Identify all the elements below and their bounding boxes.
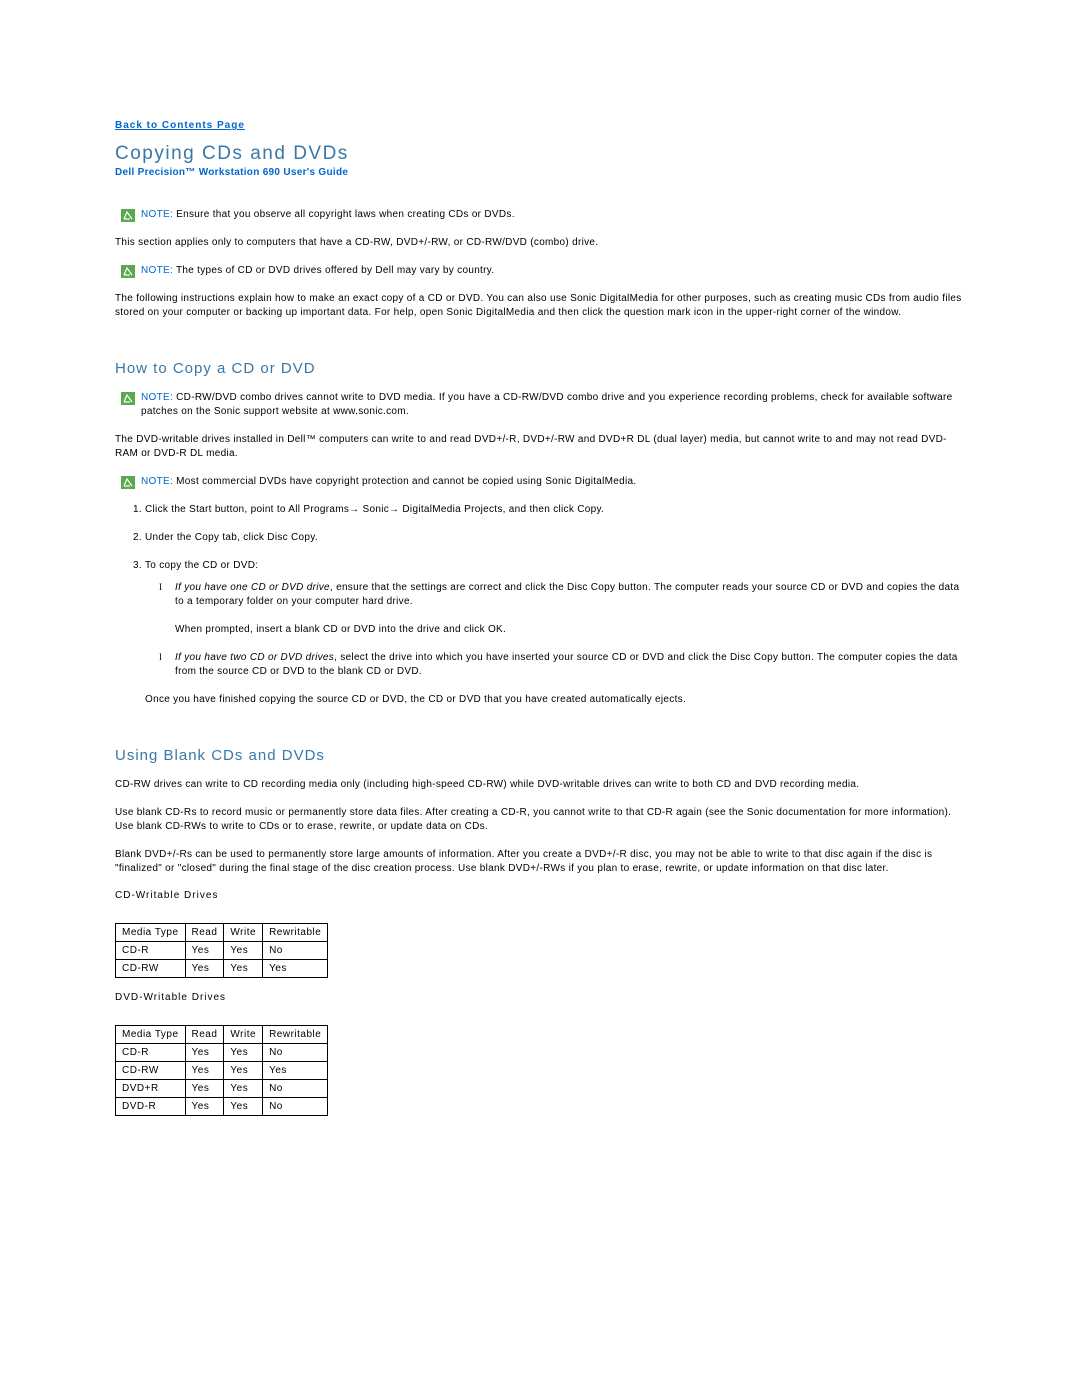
intro-paragraph-instructions: The following instructions explain how t…	[115, 292, 965, 320]
col-write: Write	[224, 1026, 263, 1044]
col-rewritable: Rewritable	[263, 1026, 328, 1044]
note-icon	[121, 476, 135, 489]
note-body: The types of CD or DVD drives offered by…	[176, 265, 494, 276]
note-vary-by-country: NOTE: The types of CD or DVD drives offe…	[115, 264, 965, 278]
copy-steps-list: Click the Start button, point to All Pro…	[115, 503, 965, 679]
col-media-type: Media Type	[116, 1026, 186, 1044]
step-3a-em: If you have one CD or DVD drive	[175, 582, 330, 593]
cell-write: Yes	[224, 1080, 263, 1098]
note-icon	[121, 209, 135, 222]
note-body: Ensure that you observe all copyright la…	[176, 209, 515, 220]
cell-write: Yes	[224, 942, 263, 960]
note-text: NOTE: The types of CD or DVD drives offe…	[141, 264, 965, 278]
dvd-writable-paragraph: The DVD-writable drives installed in Del…	[115, 433, 965, 461]
cell-media: DVD+R	[116, 1080, 186, 1098]
cell-rewritable: Yes	[263, 960, 328, 978]
col-read: Read	[185, 1026, 224, 1044]
col-write: Write	[224, 924, 263, 942]
intro-paragraph-applies: This section applies only to computers t…	[115, 236, 965, 250]
blank-para-1: CD-RW drives can write to CD recording m…	[115, 778, 965, 792]
table-header-row: Media Type Read Write Rewritable	[116, 1026, 328, 1044]
page-title: Copying CDs and DVDs	[115, 143, 965, 165]
section-heading-blank-media: Using Blank CDs and DVDs	[115, 747, 965, 764]
back-to-contents-link[interactable]: Back to Contents Page	[115, 120, 245, 131]
step-3-text: To copy the CD or DVD:	[145, 560, 258, 571]
cell-rewritable: Yes	[263, 1062, 328, 1080]
cell-media: CD-RW	[116, 960, 186, 978]
cell-rewritable: No	[263, 1080, 328, 1098]
table-row: DVD+R Yes Yes No	[116, 1080, 328, 1098]
cell-write: Yes	[224, 1044, 263, 1062]
cell-write: Yes	[224, 1098, 263, 1116]
cell-write: Yes	[224, 1062, 263, 1080]
step-3a: If you have one CD or DVD drive, ensure …	[175, 581, 965, 637]
note-text: NOTE: Ensure that you observe all copyri…	[141, 208, 965, 222]
cd-writable-table: Media Type Read Write Rewritable CD-R Ye…	[115, 923, 328, 978]
blank-para-2: Use blank CD-Rs to record music or perma…	[115, 806, 965, 834]
step-3-sublist: If you have one CD or DVD drive, ensure …	[145, 581, 965, 679]
table-row: DVD-R Yes Yes No	[116, 1098, 328, 1116]
cell-rewritable: No	[263, 1044, 328, 1062]
note-icon	[121, 265, 135, 278]
cell-media: DVD-R	[116, 1098, 186, 1116]
cell-read: Yes	[185, 1080, 224, 1098]
note-label: NOTE:	[141, 265, 173, 276]
cell-media: CD-RW	[116, 1062, 186, 1080]
cell-media: CD-R	[116, 942, 186, 960]
blank-para-3: Blank DVD+/-Rs can be used to permanentl…	[115, 848, 965, 876]
table-row: CD-R Yes Yes No	[116, 942, 328, 960]
cell-read: Yes	[185, 942, 224, 960]
cell-read: Yes	[185, 1098, 224, 1116]
step-3: To copy the CD or DVD: If you have one C…	[145, 559, 965, 679]
step-3a-prompt: When prompted, insert a blank CD or DVD …	[175, 624, 506, 635]
cell-read: Yes	[185, 960, 224, 978]
section-heading-how-to-copy: How to Copy a CD or DVD	[115, 360, 965, 377]
step-1: Click the Start button, point to All Pro…	[145, 503, 965, 517]
note-commercial-dvds: NOTE: Most commercial DVDs have copyrigh…	[115, 475, 965, 489]
cell-media: CD-R	[116, 1044, 186, 1062]
dvd-table-heading: DVD-Writable Drives	[115, 992, 965, 1003]
note-body: Most commercial DVDs have copyright prot…	[176, 476, 636, 487]
table-row: CD-R Yes Yes No	[116, 1044, 328, 1062]
cd-table-heading: CD-Writable Drives	[115, 890, 965, 901]
col-media-type: Media Type	[116, 924, 186, 942]
cell-rewritable: No	[263, 942, 328, 960]
col-read: Read	[185, 924, 224, 942]
copy-finished-paragraph: Once you have finished copying the sourc…	[115, 693, 965, 707]
note-combo-drive: NOTE: CD-RW/DVD combo drives cannot writ…	[115, 391, 965, 419]
table-row: CD-RW Yes Yes Yes	[116, 1062, 328, 1080]
note-text: NOTE: Most commercial DVDs have copyrigh…	[141, 475, 965, 489]
cell-read: Yes	[185, 1062, 224, 1080]
dvd-writable-table: Media Type Read Write Rewritable CD-R Ye…	[115, 1025, 328, 1116]
step-2: Under the Copy tab, click Disc Copy.	[145, 531, 965, 545]
note-text: NOTE: CD-RW/DVD combo drives cannot writ…	[141, 391, 965, 419]
note-label: NOTE:	[141, 392, 173, 403]
note-body: CD-RW/DVD combo drives cannot write to D…	[141, 392, 953, 417]
cell-rewritable: No	[263, 1098, 328, 1116]
note-label: NOTE:	[141, 476, 173, 487]
note-icon	[121, 392, 135, 405]
cell-write: Yes	[224, 960, 263, 978]
cell-read: Yes	[185, 1044, 224, 1062]
table-header-row: Media Type Read Write Rewritable	[116, 924, 328, 942]
page-subtitle: Dell Precision™ Workstation 690 User's G…	[115, 167, 965, 178]
note-copyright: NOTE: Ensure that you observe all copyri…	[115, 208, 965, 222]
step-3b-em: If you have two CD or DVD drives	[175, 652, 334, 663]
col-rewritable: Rewritable	[263, 924, 328, 942]
note-label: NOTE:	[141, 209, 173, 220]
table-row: CD-RW Yes Yes Yes	[116, 960, 328, 978]
step-3b: If you have two CD or DVD drives, select…	[175, 651, 965, 679]
